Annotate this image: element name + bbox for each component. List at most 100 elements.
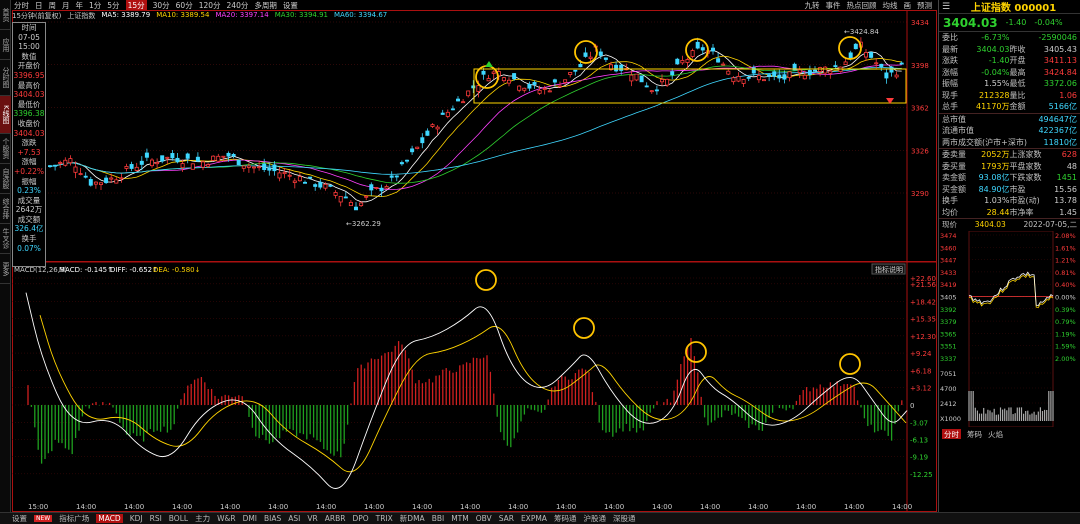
candle-body: [175, 157, 180, 163]
indicator-tab[interactable]: ASI: [288, 514, 300, 523]
candle-body: [445, 111, 450, 117]
quote-value: 212328: [978, 90, 1010, 100]
indicator-tab[interactable]: BIAS: [264, 514, 281, 523]
left-tab[interactable]: 自选股: [0, 164, 11, 194]
info-line: 326.4亿: [14, 224, 44, 234]
mini-tab[interactable]: 火焰: [988, 429, 1003, 439]
indicator-tab[interactable]: TRIX: [376, 514, 393, 523]
candle-body: [73, 166, 78, 173]
mini-axis-right: 0.00%: [1055, 294, 1076, 302]
quote-value: -1.40: [988, 56, 1010, 65]
quote-value: 1.45: [1059, 207, 1077, 217]
candle-body: [639, 75, 644, 83]
indicator-tab[interactable]: SAR: [499, 514, 514, 523]
macd-header-text: DEA: -0.580↓: [153, 266, 201, 274]
indicator-tab[interactable]: 主力: [195, 513, 210, 524]
candle-body: [644, 85, 649, 88]
quote-label: 委比: [942, 33, 958, 42]
info-line: 3396.95: [13, 70, 45, 80]
indicator-tab[interactable]: EXPMA: [521, 514, 547, 523]
price-tick: 3362: [911, 105, 929, 113]
indicator-tab[interactable]: 筹码通: [554, 513, 577, 524]
mini-axis-left: 3365: [940, 330, 957, 338]
time-tick: 14:00: [76, 503, 96, 511]
indicator-tab[interactable]: DPO: [352, 514, 368, 523]
quote-label: 委卖量: [942, 150, 966, 159]
macd-tick: +3.12: [910, 384, 931, 392]
candle-body: [879, 63, 884, 67]
mini-intraday-chart[interactable]: 3474 3460 3447 3433 3419 3405 3392 3379 3365 3351…: [939, 230, 1080, 428]
price-tick: 3398: [911, 62, 929, 70]
time-tick: 14:00: [748, 503, 768, 511]
candle-body: [756, 75, 761, 81]
candle-body: [481, 70, 486, 75]
mini-axis-right: 1.21%: [1055, 257, 1076, 265]
candle-body: [160, 155, 165, 162]
indicator-tab[interactable]: 新DMA: [400, 513, 425, 524]
time-tick: 14:00: [556, 503, 576, 511]
indicator-tab[interactable]: 沪股通: [583, 513, 606, 524]
left-tab[interactable]: 牛叉诊断: [0, 224, 11, 254]
ma10-value: MA10: 3389.54: [156, 11, 210, 19]
mini-axis-right: 1.61%: [1055, 244, 1076, 252]
left-tab[interactable]: K线图: [0, 96, 11, 134]
indicator-tab[interactable]: MACD: [96, 514, 123, 523]
time-tick: 14:00: [700, 503, 720, 511]
indicator-tab[interactable]: MTM: [451, 514, 469, 523]
indicator-tab[interactable]: KDJ: [130, 514, 143, 523]
macd-tick: -9.19: [910, 454, 928, 462]
candlestick-chart[interactable]: 3434 3398 3362 3326 3290 ←3424.84 ←3262.29: [12, 10, 937, 262]
indicator-tab[interactable]: DMI: [243, 514, 257, 523]
macd-tick: +18.42: [910, 298, 936, 306]
indicator-tab[interactable]: OBV: [476, 514, 492, 523]
candle-body: [63, 159, 68, 166]
left-tab[interactable]: 更多: [0, 254, 11, 284]
mini-axis-right: 0.40%: [1055, 281, 1076, 289]
candle-body: [149, 159, 154, 167]
candle-body: [134, 166, 139, 171]
price-change: -1.40: [1005, 18, 1027, 27]
menu-icon[interactable]: ☰: [942, 2, 950, 12]
indicator-tab[interactable]: ARBR: [325, 514, 346, 523]
quote-label: 下跌家数: [1009, 173, 1042, 182]
indicator-tab[interactable]: BBI: [432, 514, 445, 523]
mini-tab[interactable]: 筹码: [967, 429, 982, 439]
quote-label: 卖金额: [942, 173, 966, 182]
indicator-tab[interactable]: 指标广场: [59, 513, 89, 524]
candle-body: [848, 52, 853, 59]
mini-price: 3404.03: [974, 220, 1006, 229]
candle-body: [328, 184, 333, 187]
mini-date: 2022-07-05,二: [1023, 220, 1077, 229]
quote-value: 3424.84: [1043, 67, 1077, 77]
indicator-tab[interactable]: NEW: [34, 515, 53, 522]
low-annotation: ←3262.29: [346, 220, 381, 228]
quote-value: 3404.03: [976, 44, 1010, 54]
indicator-tab[interactable]: RSI: [150, 514, 162, 523]
macd-highlight-circle: [573, 317, 595, 339]
quote-label: 振幅: [942, 79, 958, 88]
left-tab[interactable]: 首页: [0, 0, 11, 30]
candle-body: [802, 74, 807, 80]
indicator-tab[interactable]: VR: [307, 514, 317, 523]
quote-rows-1: 委比 -6.73% -2590046 最新 3404.03 昨收 3405.43 涨跌 -1.4…: [939, 32, 1080, 113]
indicator-tab[interactable]: W&R: [217, 514, 235, 523]
candle-body: [450, 108, 455, 111]
candle-body: [767, 74, 772, 77]
candle-body: [874, 62, 879, 65]
indicator-tab[interactable]: BOLL: [169, 514, 188, 523]
candle-body: [231, 154, 236, 157]
macd-highlight-circle: [475, 269, 497, 291]
time-tick: 14:00: [124, 503, 144, 511]
left-tab[interactable]: 综合排名: [0, 194, 11, 224]
macd-chart[interactable]: +22.60+21.56+18.42+15.35+12.30+9.24+6.18…: [12, 262, 937, 512]
left-tab[interactable]: 应用: [0, 30, 11, 60]
indicator-tab[interactable]: 深股通: [613, 513, 636, 524]
left-tab[interactable]: 个股资料: [0, 134, 11, 164]
quote-row: 委买量 1793万 平盘家数 48: [939, 161, 1080, 173]
indicator-tab[interactable]: 设置: [12, 513, 27, 524]
candle-body: [313, 184, 318, 187]
candle-body: [359, 202, 364, 207]
mini-tab[interactable]: 分时: [942, 429, 961, 439]
left-tab[interactable]: 分时图: [0, 60, 11, 96]
macd-tick: +15.35: [910, 316, 936, 324]
